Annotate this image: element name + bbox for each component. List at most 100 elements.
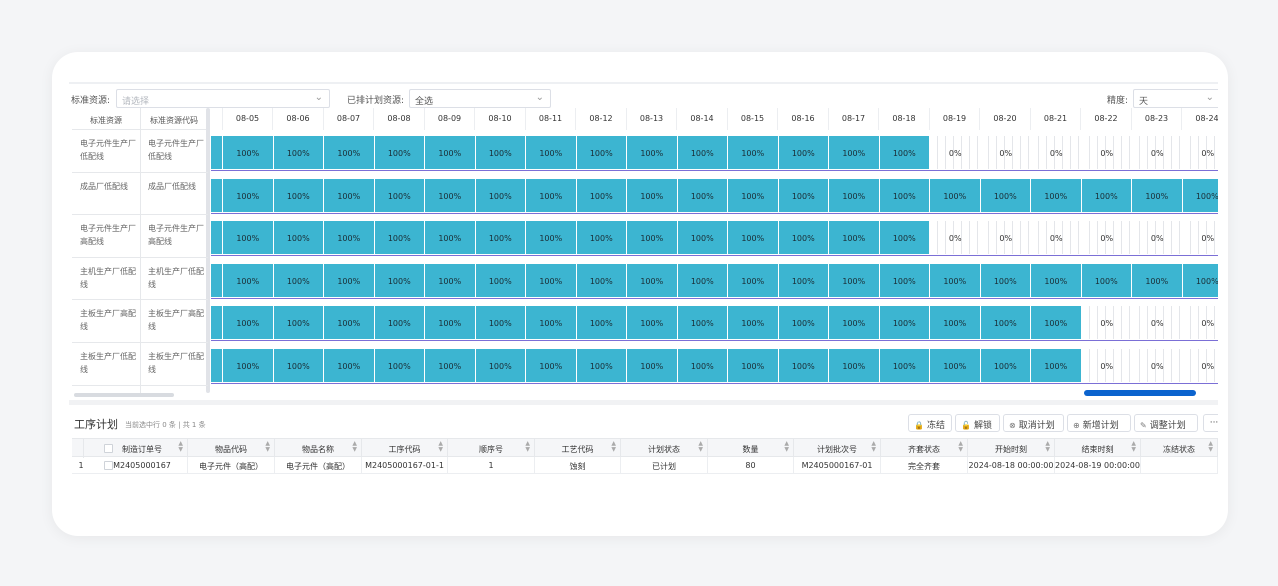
column-header[interactable]: 开始时刻 ▲ ▼	[968, 439, 1055, 458]
load-cell-full[interactable]: 100%	[778, 178, 829, 212]
load-cell-full[interactable]: 100%	[576, 306, 627, 340]
freeze-button[interactable]: 🔒 冻结	[908, 414, 952, 432]
load-cell-full[interactable]: 100%	[728, 306, 779, 340]
load-cell-empty[interactable]: 0%	[1183, 306, 1219, 339]
load-cell-full[interactable]: 100%	[829, 221, 880, 255]
resource-row[interactable]: 成品厂低配线 成品厂低配线	[72, 173, 208, 216]
load-cell-full[interactable]: 100%	[1031, 349, 1082, 382]
load-cell-empty[interactable]: 0%	[981, 136, 1032, 169]
load-cell-full[interactable]: 100%	[273, 306, 324, 340]
load-cell-full[interactable]: 100%	[475, 136, 526, 169]
load-cell-full[interactable]: 100%	[879, 178, 930, 212]
load-cell-full[interactable]: 100%	[627, 221, 678, 255]
load-cell-full[interactable]: 100%	[475, 306, 526, 340]
load-cell-full[interactable]: 100%	[475, 349, 526, 382]
load-cell-full[interactable]: 100%	[677, 136, 728, 169]
load-cell-full[interactable]: 100%	[324, 221, 375, 255]
sort-icon[interactable]: ▲ ▼	[265, 441, 270, 453]
load-cell-full[interactable]: 100%	[829, 349, 880, 382]
column-header[interactable]: 物品代码 ▲ ▼	[188, 439, 275, 458]
load-cell-full[interactable]: 100%	[879, 136, 930, 169]
load-cell-full[interactable]: 100%	[677, 178, 728, 212]
load-cell-full[interactable]: 100%	[1132, 178, 1183, 212]
load-cell-full[interactable]: 100%	[879, 306, 930, 340]
load-cell-full[interactable]: 100%	[627, 263, 678, 297]
column-header[interactable]: 物品名称 ▲ ▼	[275, 439, 362, 458]
load-cell-partial[interactable]	[211, 136, 223, 169]
load-cell-full[interactable]: 100%	[576, 178, 627, 212]
load-cell-full[interactable]: 100%	[324, 178, 375, 212]
load-cell-empty[interactable]: 0%	[1183, 349, 1219, 382]
sort-icon[interactable]: ▲ ▼	[438, 441, 443, 453]
load-cell-full[interactable]: 100%	[425, 136, 476, 169]
load-cell-full[interactable]: 100%	[425, 178, 476, 212]
load-cell-empty[interactable]: 0%	[1132, 306, 1183, 339]
load-cell-full[interactable]: 100%	[1132, 263, 1183, 297]
load-cell-full[interactable]: 100%	[1081, 263, 1132, 297]
column-header[interactable]: 计划状态 ▲ ▼	[621, 439, 708, 458]
load-cell-full[interactable]: 100%	[728, 136, 779, 169]
sort-icon[interactable]: ▲ ▼	[1045, 441, 1050, 453]
timeline-horizontal-scrollbar[interactable]	[1084, 390, 1196, 396]
load-cell-full[interactable]: 100%	[273, 178, 324, 212]
column-header[interactable]: 工艺代码 ▲ ▼	[535, 439, 621, 458]
load-cell-empty[interactable]: 0%	[1082, 136, 1133, 169]
load-cell-full[interactable]: 100%	[526, 178, 577, 212]
load-cell-full[interactable]: 100%	[223, 136, 274, 169]
load-cell-full[interactable]: 100%	[1182, 263, 1218, 297]
load-cell-full[interactable]: 100%	[576, 136, 627, 169]
load-cell-full[interactable]: 100%	[778, 306, 829, 340]
load-cell-empty[interactable]: 0%	[1031, 136, 1082, 169]
load-cell-partial[interactable]	[211, 306, 223, 340]
load-cell-full[interactable]: 100%	[374, 221, 425, 255]
column-header[interactable]: 数量 ▲ ▼	[708, 439, 794, 458]
resource-row[interactable]: 电子元件生产厂 低配线 电子元件生产厂 低配线	[72, 130, 208, 173]
load-cell-empty[interactable]: 0%	[1183, 221, 1219, 254]
load-cell-full[interactable]: 100%	[627, 178, 678, 212]
load-cell-full[interactable]: 100%	[980, 349, 1031, 382]
load-cell-full[interactable]: 100%	[930, 306, 981, 340]
load-cell-full[interactable]: 100%	[930, 178, 981, 212]
load-cell-full[interactable]: 100%	[1031, 306, 1082, 340]
resource-row[interactable]: 主板生产厂低配线主板生产厂低配线	[72, 343, 208, 386]
load-cell-full[interactable]: 100%	[879, 263, 930, 297]
load-cell-full[interactable]: 100%	[425, 263, 476, 297]
load-cell-full[interactable]: 100%	[778, 349, 829, 382]
sort-icon[interactable]: ▲ ▼	[871, 441, 876, 453]
load-cell-full[interactable]: 100%	[324, 306, 375, 340]
load-cell-full[interactable]: 100%	[1031, 178, 1082, 212]
load-cell-full[interactable]: 100%	[627, 306, 678, 340]
load-cell-full[interactable]: 100%	[223, 221, 274, 255]
sort-icon[interactable]: ▲ ▼	[178, 441, 183, 453]
sort-icon[interactable]: ▲ ▼	[352, 441, 357, 453]
load-cell-full[interactable]: 100%	[1182, 178, 1218, 212]
load-cell-empty[interactable]: 0%	[1031, 221, 1082, 254]
load-cell-full[interactable]: 100%	[728, 263, 779, 297]
load-cell-partial[interactable]	[211, 178, 223, 212]
cancel-plan-button[interactable]: ⊗ 取消计划	[1003, 414, 1064, 432]
load-cell-full[interactable]: 100%	[475, 263, 526, 297]
load-cell-full[interactable]: 100%	[728, 221, 779, 255]
load-cell-empty[interactable]: 0%	[981, 221, 1032, 254]
load-cell-full[interactable]: 100%	[374, 306, 425, 340]
sort-icon[interactable]: ▲ ▼	[1131, 441, 1136, 453]
load-cell-empty[interactable]: 0%	[1082, 221, 1133, 254]
load-cell-full[interactable]: 100%	[980, 178, 1031, 212]
load-cell-partial[interactable]	[211, 349, 223, 382]
load-cell-full[interactable]: 100%	[930, 349, 981, 382]
load-cell-full[interactable]: 100%	[879, 349, 930, 382]
load-cell-full[interactable]: 100%	[526, 221, 577, 255]
load-cell-full[interactable]: 100%	[374, 263, 425, 297]
load-cell-full[interactable]: 100%	[374, 178, 425, 212]
load-cell-full[interactable]: 100%	[728, 178, 779, 212]
load-cell-full[interactable]: 100%	[324, 136, 375, 169]
load-cell-full[interactable]: 100%	[273, 221, 324, 255]
load-cell-full[interactable]: 100%	[324, 349, 375, 382]
load-cell-full[interactable]: 100%	[677, 349, 728, 382]
load-cell-full[interactable]: 100%	[374, 136, 425, 169]
load-cell-empty[interactable]: 0%	[930, 136, 981, 169]
left-horizontal-scrollbar[interactable]	[74, 393, 174, 397]
load-cell-partial[interactable]	[211, 221, 223, 255]
load-cell-full[interactable]: 100%	[980, 306, 1031, 340]
adjust-plan-button[interactable]: ✎ 调整计划	[1134, 414, 1198, 432]
